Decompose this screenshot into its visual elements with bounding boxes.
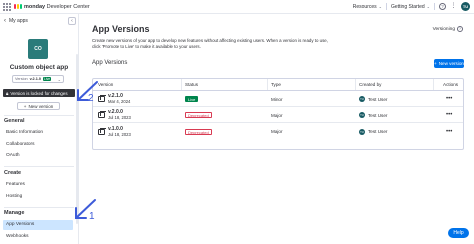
new-version-label: New version: [438, 61, 464, 66]
sidebar-item-hosting[interactable]: Hosting: [3, 192, 73, 202]
plus-icon: +: [23, 103, 27, 109]
version-type: Major: [271, 129, 283, 134]
collapse-sidebar-button[interactable]: ‹: [68, 17, 76, 25]
sidebar: ‹ My apps ‹ CO Custom object app Version…: [0, 14, 79, 244]
section-general: General: [4, 118, 25, 124]
app-title: Custom object app: [9, 64, 69, 71]
column-header-status: Status: [185, 82, 199, 87]
creator-name: Test User: [368, 96, 388, 102]
version-date: Mar 4, 2024: [108, 99, 131, 104]
main-content: App Versions Create new versions of your…: [79, 14, 474, 244]
versions-section-title: App Versions: [92, 60, 128, 66]
new-version-label: New version: [28, 103, 54, 109]
avatar: TU: [359, 96, 365, 102]
version-type: Minor: [271, 96, 283, 102]
getting-started-menu[interactable]: Getting Started ⌄: [391, 4, 430, 10]
back-to-my-apps[interactable]: ‹ My apps: [4, 18, 28, 24]
monday-logo-icon: [14, 4, 22, 9]
help-button[interactable]: Help: [448, 228, 469, 238]
versioning-info-link[interactable]: Versioning ?: [433, 26, 463, 32]
sidebar-item-features[interactable]: Features: [3, 180, 73, 190]
version-value: v.2.1.0: [29, 77, 42, 81]
sidebar-item-collaborators[interactable]: Collaborators: [3, 140, 73, 150]
column-header-version: Version: [98, 82, 114, 87]
page-title: App Versions: [92, 24, 150, 34]
version-icon: [98, 95, 106, 102]
status-badge: Deprecated: [185, 128, 212, 135]
version-status-badge: Live: [43, 77, 52, 81]
brand-name: monday Developer Center: [24, 3, 90, 10]
version-icon: [98, 127, 106, 135]
sidebar-item-webhooks[interactable]: Webhooks: [3, 232, 73, 242]
table-row[interactable]: v.1.0.0 Jul 18, 2023 Deprecated Major TU T…: [93, 124, 463, 139]
version-selector[interactable]: Version v.2.1.0 Live ⌄: [12, 75, 64, 83]
table-row[interactable]: v.2.1.0 Mar 4, 2024 Live Minor TU Test Use…: [93, 92, 463, 107]
column-header-actions: Actions: [443, 82, 459, 87]
chevron-down-icon: ⌄: [378, 4, 382, 9]
divider: [434, 3, 435, 10]
sidebar-new-version-button[interactable]: + New version: [17, 102, 60, 110]
sidebar-scrollbar[interactable]: [76, 54, 78, 224]
lock-icon: 🔒︎: [6, 90, 9, 96]
chevron-down-icon: ⌄: [57, 76, 61, 82]
divider: [4, 207, 74, 208]
status-badge: Deprecated: [185, 112, 212, 118]
table-row[interactable]: v.2.0.0 Jul 18, 2023 Deprecated Major TU T…: [93, 108, 463, 123]
top-right-nav: Resources ⌄ Getting Started ⌄ ? ⋮ TU: [353, 2, 470, 11]
info-icon: ?: [457, 26, 463, 32]
back-label: My apps: [9, 18, 28, 24]
apps-grid-icon[interactable]: [3, 2, 11, 11]
column-header-created-by: Created by: [359, 82, 382, 87]
app-logo: CO: [28, 39, 48, 59]
arrow-left-icon: ‹: [4, 18, 6, 24]
status-badge: Live: [185, 96, 199, 102]
user-avatar[interactable]: TU: [461, 2, 470, 11]
lock-notice-text: Version is locked for changes: [10, 90, 68, 96]
version-type: Major: [271, 112, 283, 118]
sidebar-item-oauth[interactable]: OAuth: [3, 151, 73, 161]
brand-logo[interactable]: monday Developer Center: [14, 4, 90, 10]
version-prefix: Version: [15, 77, 28, 81]
grid-menu-icon[interactable]: ⋮: [450, 3, 457, 10]
top-bar: monday Developer Center Resources ⌄ Getti…: [0, 0, 474, 14]
divider: [4, 115, 74, 116]
avatar: TU: [359, 112, 365, 118]
section-create: Create: [4, 170, 22, 176]
divider: [4, 166, 74, 167]
chevron-down-icon: ⌄: [426, 4, 430, 9]
resources-menu[interactable]: Resources ⌄: [353, 4, 382, 10]
version-date: Jul 18, 2023: [108, 115, 131, 120]
page-description: Create new versions of your app to devel…: [92, 38, 328, 49]
creator-name: Test User: [368, 112, 388, 118]
more-actions-icon[interactable]: •••: [446, 129, 452, 135]
version-locked-notice: 🔒︎ Version is locked for changes: [3, 89, 75, 97]
versions-table: Version Status Type Created by Actions v…: [92, 78, 464, 150]
column-header-type: Type: [271, 82, 281, 87]
versioning-label: Versioning: [432, 26, 455, 32]
creator-name: Test User: [368, 129, 388, 134]
divider: [386, 3, 387, 10]
version-icon: [98, 111, 106, 118]
avatar: TU: [359, 128, 365, 135]
sidebar-item-app-versions[interactable]: App Versions: [3, 220, 73, 230]
section-manage: Manage: [4, 210, 25, 216]
plus-icon: +: [434, 61, 437, 66]
more-actions-icon[interactable]: •••: [446, 112, 452, 118]
new-version-button[interactable]: + New version: [434, 59, 464, 68]
table-header: Version Status Type Created by Actions: [93, 79, 463, 91]
question-icon[interactable]: ?: [439, 3, 446, 10]
more-actions-icon[interactable]: •••: [446, 96, 452, 102]
sidebar-item-basic-information[interactable]: Basic Information: [3, 128, 73, 138]
version-date: Jul 18, 2023: [108, 131, 131, 137]
